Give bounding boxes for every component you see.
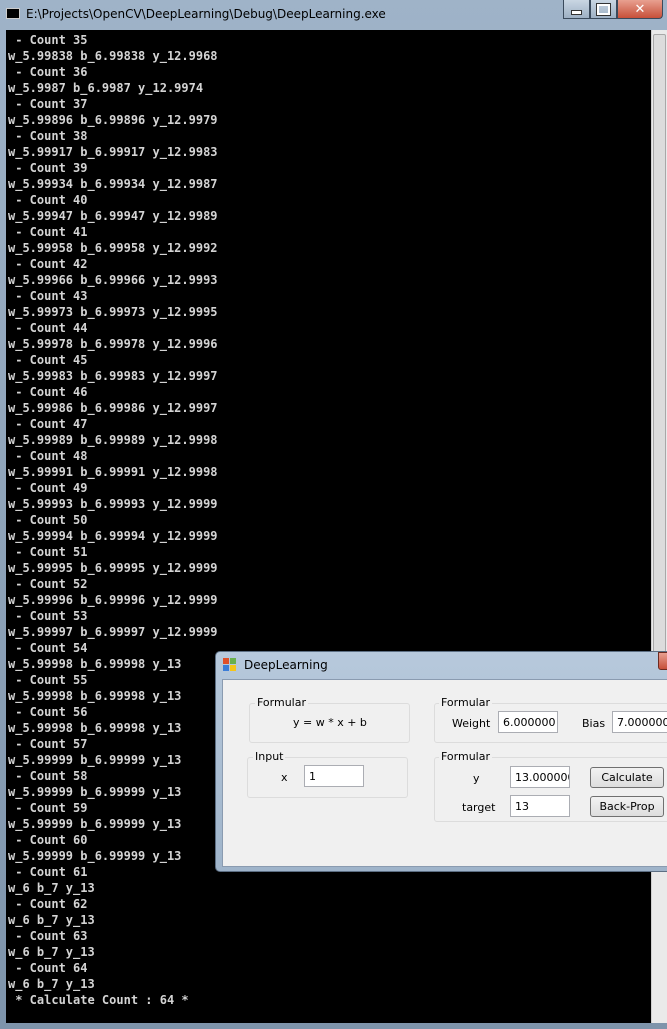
output-group-label: Formular [439, 750, 493, 763]
console-line: w_5.99999 b_6.99999 y_13 [8, 849, 182, 863]
console-output[interactable]: - Count 35 w_5.99838 b_6.99838 y_12.9968 … [6, 30, 651, 1023]
minimize-button[interactable] [563, 0, 590, 19]
scrollbar-thumb[interactable] [653, 34, 666, 674]
console-line: - Count 59 [8, 801, 88, 815]
caption-buttons: ✕ [563, 0, 663, 20]
console-line: w_5.99995 b_6.99995 y_12.9999 [8, 561, 218, 575]
console-line: - Count 56 [8, 705, 88, 719]
bias-field[interactable]: 7.000000 [612, 711, 667, 733]
y-label: y [473, 772, 480, 785]
console-line: - Count 54 [8, 641, 88, 655]
console-line: - Count 63 [8, 929, 88, 943]
console-line: w_5.9987 b_6.9987 y_12.9974 [8, 81, 204, 95]
console-line: w_5.99896 b_6.99896 y_12.9979 [8, 113, 218, 127]
console-line: w_6 b_7 y_13 [8, 945, 95, 959]
dialog-body: Formular y = w * x + b Formular Weight 6… [222, 679, 667, 867]
input-group-label: Input [253, 750, 286, 763]
back-prop-button[interactable]: Back-Prop [590, 796, 664, 817]
console-line: - Count 49 [8, 481, 88, 495]
app-icon [223, 658, 236, 671]
console-line: - Count 58 [8, 769, 88, 783]
console-line: - Count 35 [8, 33, 88, 47]
bias-label: Bias [582, 717, 606, 730]
console-line: w_5.99996 b_6.99996 y_12.9999 [8, 593, 218, 607]
console-line: - Count 45 [8, 353, 88, 367]
maximize-button[interactable] [590, 0, 617, 19]
console-line: - Count 40 [8, 193, 88, 207]
console-line: - Count 50 [8, 513, 88, 527]
console-line: - Count 44 [8, 321, 88, 335]
console-icon [6, 8, 20, 19]
formula-group-label: Formular [255, 696, 309, 709]
console-line: w_5.99993 b_6.99993 y_12.9999 [8, 497, 218, 511]
x-label: x [281, 771, 288, 784]
console-line: w_6 b_7 y_13 [8, 977, 95, 991]
x-input[interactable]: 1 [304, 765, 364, 787]
console-line: w_5.99986 b_6.99986 y_12.9997 [8, 401, 218, 415]
console-line: w_5.99966 b_6.99966 y_12.9993 [8, 273, 218, 287]
console-titlebar[interactable]: E:\Projects\OpenCV\DeepLearning\Debug\De… [0, 0, 667, 30]
target-label: target [462, 801, 496, 814]
weight-label: Weight [452, 717, 491, 730]
console-line: - Count 51 [8, 545, 88, 559]
console-line: - Count 42 [8, 257, 88, 271]
weight-field[interactable]: 6.000000 [498, 711, 558, 733]
console-line: - Count 53 [8, 609, 88, 623]
console-line: - Count 46 [8, 385, 88, 399]
minimize-icon [571, 9, 582, 15]
console-scrollbar[interactable] [651, 30, 667, 1023]
calculate-button[interactable]: Calculate [590, 767, 664, 788]
console-line: - Count 60 [8, 833, 88, 847]
console-line: w_5.99978 b_6.99978 y_12.9996 [8, 337, 218, 351]
console-line: - Count 41 [8, 225, 88, 239]
console-line: w_5.99958 b_6.99958 y_12.9992 [8, 241, 218, 255]
dialog-window: DeepLearning Formular y = w * x + b Form… [215, 651, 667, 872]
console-line: w_5.99917 b_6.99917 y_12.9983 [8, 145, 218, 159]
console-line: - Count 64 [8, 961, 88, 975]
dialog-close-button[interactable] [658, 652, 667, 670]
close-button[interactable]: ✕ [617, 0, 663, 19]
close-icon: ✕ [634, 1, 646, 17]
console-line: w_5.99838 b_6.99838 y_12.9968 [8, 49, 218, 63]
console-line: w_5.99998 b_6.99998 y_13 [8, 657, 182, 671]
console-line: w_5.99998 b_6.99998 y_13 [8, 689, 182, 703]
console-line: w_5.99973 b_6.99973 y_12.9995 [8, 305, 218, 319]
console-line: w_5.99947 b_6.99947 y_12.9989 [8, 209, 218, 223]
console-line: w_5.99999 b_6.99999 y_13 [8, 753, 182, 767]
console-line: - Count 43 [8, 289, 88, 303]
dialog-title: DeepLearning [244, 658, 328, 672]
target-field[interactable]: 13 [510, 795, 570, 817]
console-line: w_5.99994 b_6.99994 y_12.9999 [8, 529, 218, 543]
console-lines: - Count 35 w_5.99838 b_6.99838 y_12.9968 … [8, 32, 218, 1008]
console-line: - Count 52 [8, 577, 88, 591]
console-title: E:\Projects\OpenCV\DeepLearning\Debug\De… [26, 7, 386, 21]
console-line: - Count 39 [8, 161, 88, 175]
maximize-icon [596, 2, 611, 16]
console-line: - Count 47 [8, 417, 88, 431]
console-line: w_6 b_7 y_13 [8, 913, 95, 927]
console-line: - Count 61 [8, 865, 88, 879]
console-line: w_6 b_7 y_13 [8, 881, 95, 895]
console-line: - Count 38 [8, 129, 88, 143]
console-line: w_5.99998 b_6.99998 y_13 [8, 721, 182, 735]
console-line: w_5.99989 b_6.99989 y_12.9998 [8, 433, 218, 447]
console-line: w_5.99991 b_6.99991 y_12.9998 [8, 465, 218, 479]
console-line: - Count 37 [8, 97, 88, 111]
console-line: w_5.99983 b_6.99983 y_12.9997 [8, 369, 218, 383]
console-line: - Count 62 [8, 897, 88, 911]
formula-text: y = w * x + b [293, 716, 367, 729]
console-line: * Calculate Count : 64 * [8, 993, 189, 1007]
console-line: w_5.99999 b_6.99999 y_13 [8, 785, 182, 799]
console-line: - Count 36 [8, 65, 88, 79]
params-group-label: Formular [439, 696, 493, 709]
console-line: - Count 48 [8, 449, 88, 463]
console-window: E:\Projects\OpenCV\DeepLearning\Debug\De… [0, 0, 667, 1029]
y-field[interactable]: 13.000000 [510, 766, 570, 788]
console-line: - Count 57 [8, 737, 88, 751]
console-line: - Count 55 [8, 673, 88, 687]
dialog-titlebar[interactable]: DeepLearning [216, 652, 667, 678]
console-line: w_5.99999 b_6.99999 y_13 [8, 817, 182, 831]
console-line: w_5.99997 b_6.99997 y_12.9999 [8, 625, 218, 639]
console-line: w_5.99934 b_6.99934 y_12.9987 [8, 177, 218, 191]
